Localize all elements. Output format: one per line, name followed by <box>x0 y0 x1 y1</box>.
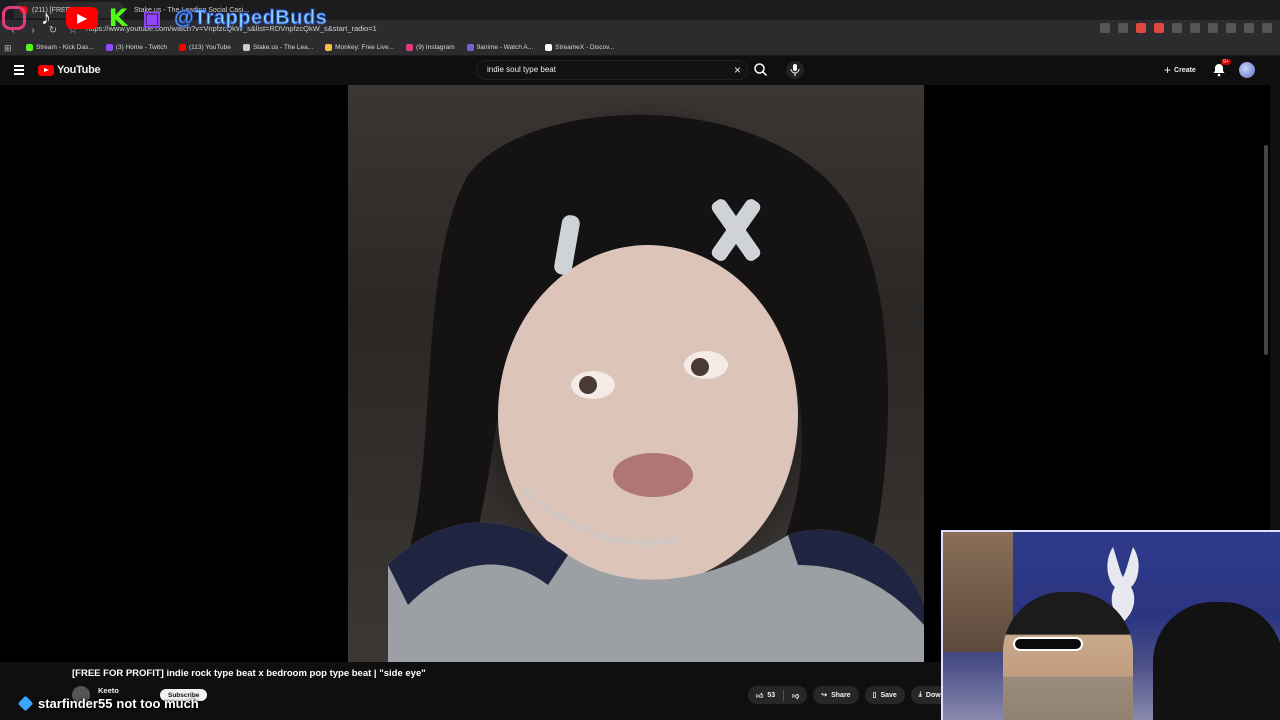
webcam-guitar-wall <box>943 532 1013 652</box>
thumbs-up-icon: 👍︎ <box>756 692 764 700</box>
like-button[interactable]: 👍︎ 53 <box>748 686 783 704</box>
video-frame[interactable] <box>348 85 924 662</box>
extension-toolbar <box>1100 23 1272 33</box>
dislike-button[interactable]: 👎︎ <box>784 686 807 704</box>
notification-badge: 9+ <box>1221 59 1231 65</box>
video-thumbnail-art <box>388 114 924 662</box>
wallet-icon[interactable] <box>1226 23 1236 33</box>
lock-icon[interactable] <box>1118 23 1128 33</box>
chat-message: starfinder55 not too much <box>17 695 199 712</box>
sunglasses-icon <box>1013 637 1083 651</box>
webcam-second-person <box>1153 602 1280 720</box>
instagram-icon <box>406 44 414 51</box>
youtube-wordmark: YouTube <box>57 64 101 76</box>
like-dislike-group: 👍︎ 53 👎︎ <box>748 686 808 704</box>
kick-icon <box>26 44 33 51</box>
plus-icon: + <box>1164 63 1172 77</box>
youtube-header: YouTube indie soul type beat × + Create … <box>0 56 1280 84</box>
twitch-icon <box>105 44 113 51</box>
brave-shield-icon[interactable] <box>1136 23 1146 33</box>
bookmark-twitch[interactable]: (3) Home - Twitch <box>105 44 167 51</box>
search-input[interactable]: indie soul type beat <box>487 65 556 74</box>
chat-badge-icon <box>17 695 34 712</box>
bookmark-kick[interactable]: Stream - Kick Das... <box>26 44 94 51</box>
music-icon[interactable] <box>1190 23 1200 33</box>
kick-icon: K <box>108 4 128 32</box>
save-button[interactable]: ▯ Save <box>864 686 905 704</box>
streamer-webcam <box>941 530 1280 720</box>
share-button[interactable]: ↪ Share <box>813 686 859 704</box>
account-avatar[interactable] <box>1239 62 1255 78</box>
chat-username: starfinder55 <box>38 696 113 711</box>
youtube-play-icon <box>38 64 54 76</box>
bookmark-instagram[interactable]: (9) Instagram <box>406 44 455 51</box>
youtube-icon <box>178 44 186 51</box>
sidebar-icon[interactable] <box>1208 23 1218 33</box>
stream-socials-overlay: ♪ ▶ K ▣ @TrappedBuds <box>0 4 327 32</box>
bookmark-streamex[interactable]: StreameX - Discov... <box>545 44 614 51</box>
create-button[interactable]: + Create <box>1158 62 1202 78</box>
notifications-bell-icon[interactable] <box>1212 63 1226 77</box>
tiktok-icon: ♪ <box>41 6 51 29</box>
menu-icon[interactable] <box>1262 23 1272 33</box>
search-box[interactable]: indie soul type beat × <box>476 60 748 80</box>
youtube-logo[interactable]: YouTube <box>38 64 101 76</box>
video-actions: 👍︎ 53 👎︎ ↪ Share ▯ Save ⤓ Dow <box>748 686 949 704</box>
share-icon: ↪ <box>821 692 828 699</box>
bookmarks-bar: ⊞ Stream - Kick Das... (3) Home - Twitch… <box>0 40 1280 56</box>
extension-icon[interactable] <box>1172 23 1182 33</box>
hamburger-menu-icon[interactable] <box>14 65 24 77</box>
search-icon[interactable] <box>752 61 770 79</box>
bookmark-icon: ▯ <box>872 692 877 699</box>
bookmark-9anime[interactable]: 9anime - Watch A... <box>466 44 533 51</box>
microphone-icon[interactable] <box>786 61 804 79</box>
chat-text: not too much <box>116 696 199 711</box>
bookmark-youtube[interactable]: (113) YouTube <box>178 44 231 51</box>
twitch-icon: ▣ <box>142 7 162 30</box>
rewards-icon[interactable] <box>1154 23 1164 33</box>
webcam-streamer <box>1003 592 1133 720</box>
download-icon: ⤓ <box>918 691 922 698</box>
bookmark-stake[interactable]: Stake.us - The Lea... <box>242 44 313 51</box>
instagram-icon <box>2 6 26 30</box>
channel-name[interactable]: Keeto <box>98 686 119 695</box>
youtube-icon: ▶ <box>66 7 98 29</box>
thumbs-down-icon: 👎︎ <box>792 692 800 700</box>
anime-icon <box>466 44 474 51</box>
cast-icon[interactable] <box>1100 23 1110 33</box>
monkey-icon <box>325 44 333 51</box>
like-count: 53 <box>767 691 776 699</box>
streamer-handle: @TrappedBuds <box>173 6 328 29</box>
page-scrollbar[interactable] <box>1264 145 1268 355</box>
video-title: [FREE FOR PROFIT] indie rock type beat x… <box>72 668 426 679</box>
stake-icon <box>242 44 250 51</box>
vpn-icon[interactable] <box>1244 23 1254 33</box>
clear-search-icon[interactable]: × <box>734 63 741 77</box>
streamex-icon <box>545 44 553 51</box>
bookmark-monkey[interactable]: Monkey: Free Live... <box>325 44 394 51</box>
apps-grid-icon[interactable]: ⊞ <box>4 43 16 53</box>
